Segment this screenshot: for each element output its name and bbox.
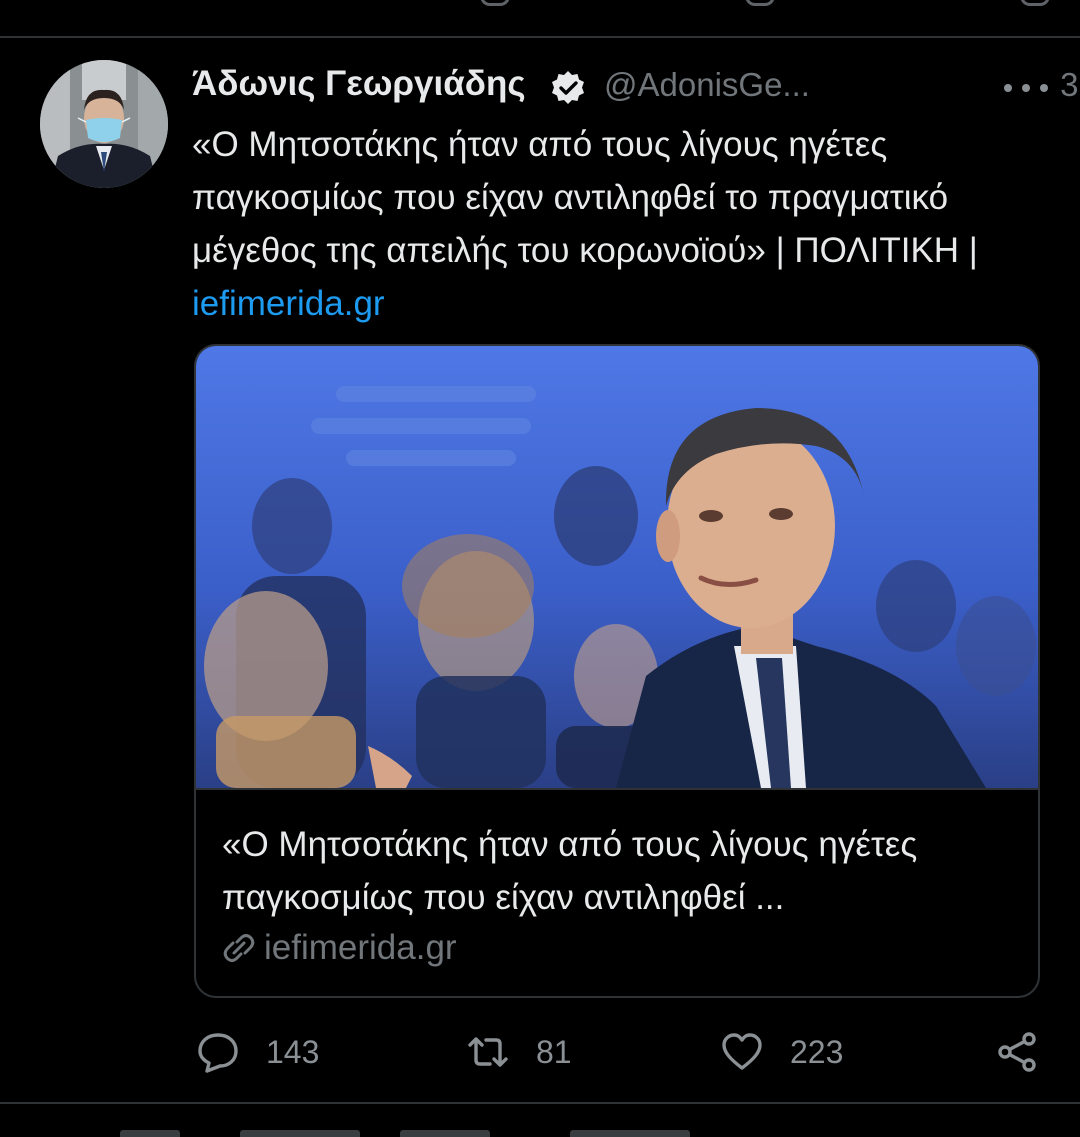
retweet-count: 81 (536, 1033, 572, 1070)
card-photo (196, 346, 1038, 788)
previous-retweet-icon[interactable] (480, 0, 510, 6)
like-button[interactable]: 223 (720, 1022, 843, 1082)
avatar-photo (40, 60, 168, 188)
tweet-header: Άδωνις Γεωργιάδης @AdonisGe... · 3 ώ (192, 64, 1080, 114)
card-title[interactable]: «Ο Μητσοτάκης ήταν από τους λίγους ηγέτε… (222, 818, 1012, 924)
reply-icon (198, 1033, 238, 1073)
retweet-icon (468, 1037, 508, 1067)
card-image[interactable] (196, 346, 1038, 788)
twitter-timeline: Άδωνις Γεωργιάδης @AdonisGe... · 3 ώ «Ο … (0, 0, 1080, 1137)
tweet-text: «Ο Μητσοτάκης ήταν από τους λίγους ηγέτε… (192, 118, 1032, 330)
link-icon (223, 934, 255, 962)
share-icon (998, 1032, 1036, 1072)
card-separator (196, 788, 1038, 790)
author-name[interactable]: Άδωνις Γεωργιάδης (192, 64, 526, 104)
tweet-text-link[interactable]: iefimerida.gr (192, 284, 385, 323)
like-count: 223 (790, 1033, 844, 1070)
card-domain[interactable]: iefimerida.gr (222, 926, 457, 970)
avatar[interactable] (40, 60, 168, 188)
reply-count: 143 (266, 1033, 320, 1070)
card-domain-text: iefimerida.gr (264, 928, 457, 967)
verified-badge-icon (552, 71, 584, 104)
previous-tweet-actions (0, 0, 1080, 8)
divider-bottom (0, 1102, 1080, 1104)
divider-top (0, 36, 1080, 38)
previous-like-icon[interactable] (745, 0, 775, 6)
next-tweet-partial (100, 1128, 800, 1137)
retweet-button[interactable]: 81 (466, 1022, 572, 1082)
share-button[interactable] (996, 1022, 1040, 1082)
more-options-icon[interactable] (1002, 64, 1052, 108)
link-card[interactable]: «Ο Μητσοτάκης ήταν από τους λίγους ηγέτε… (194, 344, 1040, 998)
reply-button[interactable]: 143 (196, 1022, 319, 1082)
tweet-text-main: «Ο Μητσοτάκης ήταν από τους λίγους ηγέτε… (192, 125, 978, 270)
like-icon (722, 1033, 762, 1070)
tweet-actions: 143 81 223 (0, 1022, 1080, 1082)
author-handle[interactable]: @AdonisGe... (604, 66, 810, 104)
previous-share-icon[interactable] (1020, 0, 1050, 6)
